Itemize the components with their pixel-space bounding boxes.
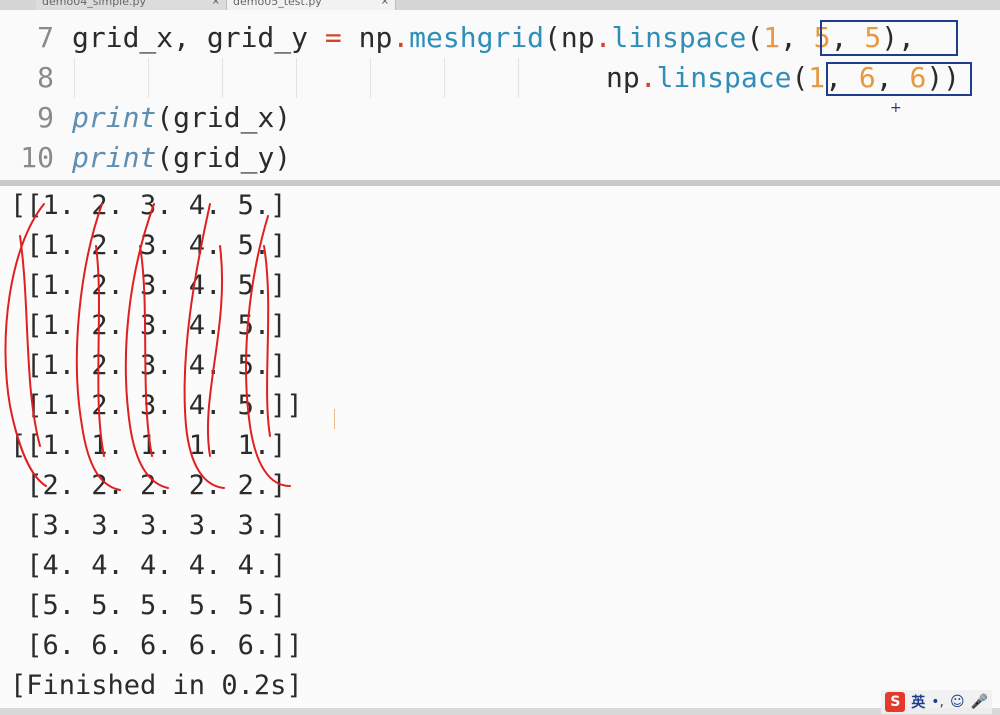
line-number: 9 xyxy=(37,101,54,134)
tab-label: demo04_simple.py xyxy=(42,0,146,8)
output-line: [Finished in 0.2s] xyxy=(10,670,303,701)
indent-guide xyxy=(444,58,445,98)
code-text: grid_x, grid_y = np.meshgrid(np.linspace… xyxy=(72,18,915,58)
highlight-box-args-x xyxy=(820,20,958,56)
indent-guide xyxy=(74,58,75,98)
ime-toolbar[interactable]: S 英 •, ☺ 🎤 xyxy=(881,690,992,714)
code-token: 1 xyxy=(763,21,781,54)
code-token: print xyxy=(72,101,157,134)
code-token: . xyxy=(639,61,657,94)
indent-guide xyxy=(518,58,519,98)
status-bar xyxy=(0,708,1000,715)
code-editor[interactable]: 7 grid_x, grid_y = np.meshgrid(np.linspa… xyxy=(0,10,1000,180)
code-token: (grid_y) xyxy=(156,141,292,174)
code-token: (grid_x) xyxy=(156,101,292,134)
code-token: meshgrid xyxy=(409,21,545,54)
line-number: 10 xyxy=(20,141,54,174)
code-token: , xyxy=(780,21,814,54)
output-line: [1. 2. 3. 4. 5.] xyxy=(10,310,287,341)
indent-guide xyxy=(222,58,223,98)
code-text: print(grid_y) xyxy=(72,138,291,178)
cursor-crosshair-icon: + xyxy=(890,100,902,116)
code-line: 9 print(grid_x) xyxy=(0,98,1000,138)
highlight-box-args-y xyxy=(826,62,972,96)
code-token: . xyxy=(594,21,612,54)
output-line: [1. 2. 3. 4. 5.] xyxy=(10,230,287,261)
output-line: [1. 2. 3. 4. 5.]] xyxy=(10,390,303,421)
output-line: [6. 6. 6. 6. 6.]] xyxy=(10,630,303,661)
code-token: = xyxy=(324,21,342,54)
emoji-icon[interactable]: ☺ xyxy=(950,694,965,710)
sogou-logo-icon[interactable]: S xyxy=(885,692,906,712)
code-token: 1 xyxy=(808,61,826,94)
code-token: linspace xyxy=(611,21,747,54)
code-token: grid_x, grid_y xyxy=(72,21,325,54)
code-token: ( xyxy=(791,61,809,94)
output-line: [1. 2. 3. 4. 5.] xyxy=(10,270,287,301)
indent-guide xyxy=(148,58,149,98)
tab-demo05[interactable]: demo05_test.py × xyxy=(226,0,396,10)
code-token: (np xyxy=(544,21,595,54)
tab-close-icon[interactable]: × xyxy=(381,0,389,10)
output-line: [2. 2. 2. 2. 2.] xyxy=(10,470,287,501)
line-number: 8 xyxy=(37,61,54,94)
code-token: linspace xyxy=(656,61,792,94)
code-token: ( xyxy=(746,21,764,54)
line-number: 7 xyxy=(37,21,54,54)
output-line: [5. 5. 5. 5. 5.] xyxy=(10,590,287,621)
tab-label: demo05_test.py xyxy=(233,0,322,8)
tab-demo04[interactable]: demo04_simple.py × xyxy=(36,0,226,10)
code-token: np xyxy=(606,61,640,94)
code-text: print(grid_x) xyxy=(72,98,291,138)
microphone-icon[interactable]: 🎤 xyxy=(971,694,988,710)
output-line: [[1. 2. 3. 4. 5.] xyxy=(10,190,287,221)
output-line: [1. 2. 3. 4. 5.] xyxy=(10,350,287,381)
punctuation-icon[interactable]: •, xyxy=(931,694,944,710)
code-token: . xyxy=(392,21,410,54)
tab-close-icon[interactable]: × xyxy=(212,0,220,10)
output-line: [[1. 1. 1. 1. 1.] xyxy=(10,430,287,461)
tab-bar: demo04_simple.py × demo05_test.py × xyxy=(0,0,1000,10)
output-line: [3. 3. 3. 3. 3.] xyxy=(10,510,287,541)
ime-language-toggle[interactable]: 英 xyxy=(911,692,925,712)
bracket-match-marker xyxy=(334,409,335,429)
indent-guide xyxy=(370,58,371,98)
output-line: [4. 4. 4. 4. 4.] xyxy=(10,550,287,581)
code-token: print xyxy=(72,141,157,174)
code-token: np xyxy=(341,21,393,54)
indent-guide xyxy=(296,58,297,98)
output-console: [[1. 2. 3. 4. 5.] [1. 2. 3. 4. 5.] [1. 2… xyxy=(0,186,1000,708)
code-line: 10 print(grid_y) xyxy=(0,138,1000,178)
